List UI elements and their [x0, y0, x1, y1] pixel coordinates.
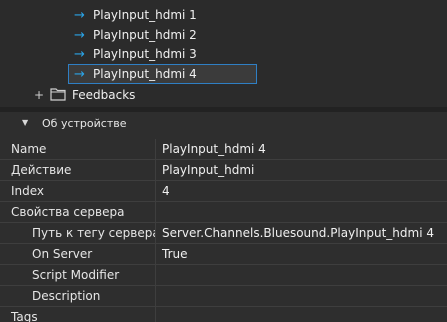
tree-item-playinput-hdmi-3[interactable]: → PlayInput_hdmi 3	[74, 44, 254, 64]
property-value[interactable]: 4	[157, 181, 447, 201]
section-title: Об устройстве	[42, 117, 127, 130]
tree-item-label: Feedbacks	[72, 88, 136, 102]
property-row-on-server[interactable]: On Server True	[0, 244, 447, 265]
folder-icon	[50, 88, 66, 101]
section-header-device-info[interactable]: ▼ Об устройстве	[0, 112, 447, 136]
property-value[interactable]: PlayInput_hdmi 4	[157, 139, 447, 159]
property-name: Tags	[0, 307, 156, 322]
property-name: Name	[0, 139, 156, 159]
property-name: On Server	[0, 244, 156, 264]
property-value[interactable]: PlayInput_hdmi	[157, 160, 447, 180]
expand-feedbacks-button[interactable]: +	[34, 88, 44, 102]
property-row-script-modifier[interactable]: Script Modifier	[0, 265, 447, 286]
property-name: Description	[0, 286, 156, 306]
tree-item-label: PlayInput_hdmi 1	[93, 8, 197, 22]
property-row-server-tag-path[interactable]: Путь к тегу сервера Server.Channels.Blue…	[0, 223, 447, 244]
properties-panel: ▼ Об устройстве Name PlayInput_hdmi 4 Де…	[0, 112, 447, 322]
property-value	[157, 202, 447, 222]
arrow-right-icon: →	[74, 7, 85, 23]
property-grid: Name PlayInput_hdmi 4 Действие PlayInput…	[0, 139, 447, 322]
property-row-action[interactable]: Действие PlayInput_hdmi	[0, 160, 447, 181]
property-row-tags[interactable]: Tags	[0, 307, 447, 322]
device-tree: → PlayInput_hdmi 1 → PlayInput_hdmi 2 → …	[0, 0, 447, 107]
tree-item-label: PlayInput_hdmi 3	[93, 47, 197, 61]
tree-item-feedbacks[interactable]: Feedbacks	[72, 85, 192, 105]
device-editor-panel: → PlayInput_hdmi 1 → PlayInput_hdmi 2 → …	[0, 0, 447, 322]
arrow-right-icon: →	[74, 27, 85, 43]
property-row-description[interactable]: Description	[0, 286, 447, 307]
property-value[interactable]	[157, 286, 447, 306]
property-name: Действие	[0, 160, 156, 180]
property-value[interactable]	[157, 265, 447, 285]
tree-item-label: PlayInput_hdmi 4	[93, 67, 197, 81]
tree-item-playinput-hdmi-1[interactable]: → PlayInput_hdmi 1	[74, 5, 254, 25]
property-value[interactable]	[157, 307, 447, 322]
property-row-name[interactable]: Name PlayInput_hdmi 4	[0, 139, 447, 160]
property-value[interactable]: Server.Channels.Bluesound.PlayInput_hdmi…	[157, 223, 447, 243]
arrow-right-icon: →	[74, 46, 85, 62]
property-name: Script Modifier	[0, 265, 156, 285]
property-name: Index	[0, 181, 156, 201]
arrow-right-icon: →	[74, 66, 85, 82]
tree-item-playinput-hdmi-4[interactable]: → PlayInput_hdmi 4	[68, 64, 257, 84]
tree-item-label: PlayInput_hdmi 2	[93, 28, 197, 42]
property-name: Путь к тегу сервера	[0, 223, 156, 243]
property-name: Свойства сервера	[0, 202, 156, 222]
chevron-down-icon: ▼	[22, 118, 29, 127]
property-row-server-properties[interactable]: Свойства сервера	[0, 202, 447, 223]
property-row-index[interactable]: Index 4	[0, 181, 447, 202]
property-value[interactable]: True	[157, 244, 447, 264]
tree-item-playinput-hdmi-2[interactable]: → PlayInput_hdmi 2	[74, 25, 254, 45]
